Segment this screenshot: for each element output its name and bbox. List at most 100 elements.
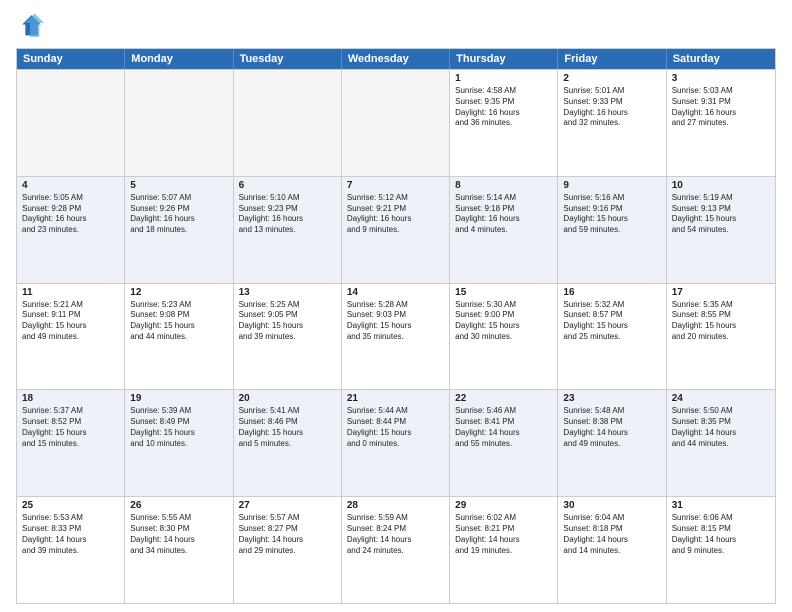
day-info: Sunrise: 5:59 AM Sunset: 8:24 PM Dayligh… — [347, 513, 444, 556]
day-number: 12 — [130, 287, 227, 298]
day-cell-12: 12 Sunrise: 5:23 AM Sunset: 9:08 PM Dayli… — [125, 284, 233, 390]
day-number: 5 — [130, 180, 227, 191]
day-number: 30 — [563, 500, 660, 511]
day-number: 25 — [22, 500, 119, 511]
header-day-wednesday: Wednesday — [342, 49, 450, 69]
day-info: Sunrise: 5:16 AM Sunset: 9:16 PM Dayligh… — [563, 193, 660, 236]
day-cell-6: 6Sunrise: 5:10 AM Sunset: 9:23 PM Daylig… — [234, 177, 342, 283]
header — [16, 12, 776, 40]
day-cell-8: 8 Sunrise: 5:14 AM Sunset: 9:18 PM Daylig… — [450, 177, 558, 283]
day-cell-28: 28 Sunrise: 5:59 AM Sunset: 8:24 PM Dayli… — [342, 497, 450, 603]
day-info: Sunrise: 5:07 AM Sunset: 9:26 PM Dayligh… — [130, 193, 227, 236]
calendar-header: SundayMondayTuesdayWednesdayThursdayFrid… — [17, 49, 775, 69]
day-number: 17 — [672, 287, 770, 298]
day-cell-18: 18 Sunrise: 5:37 AM Sunset: 8:52 PM Dayli… — [17, 390, 125, 496]
day-number: 2 — [563, 73, 660, 84]
day-number: 22 — [455, 393, 552, 404]
day-cell-13: 13 Sunrise: 5:25 AM Sunset: 9:05 PM Dayli… — [234, 284, 342, 390]
day-info: Sunrise: 6:06 AM Sunset: 8:15 PM Dayligh… — [672, 513, 770, 556]
day-cell-22: 22 Sunrise: 5:46 AM Sunset: 8:41 PM Dayli… — [450, 390, 558, 496]
day-number: 29 — [455, 500, 552, 511]
calendar-row-1: 4 Sunrise: 5:05 AM Sunset: 9:28 PM Daylig… — [17, 176, 775, 283]
day-info: Sunrise: 5:12 AM Sunset: 9:21 PM Dayligh… — [347, 193, 444, 236]
day-number: 18 — [22, 393, 119, 404]
day-info: Sunrise: 6:04 AM Sunset: 8:18 PM Dayligh… — [563, 513, 660, 556]
day-info: Sunrise: 5:25 AM Sunset: 9:05 PM Dayligh… — [239, 300, 336, 343]
day-info: Sunrise: 5:37 AM Sunset: 8:52 PM Dayligh… — [22, 406, 119, 449]
day-cell-17: 17 Sunrise: 5:35 AM Sunset: 8:55 PM Dayli… — [667, 284, 775, 390]
day-cell-31: 31 Sunrise: 6:06 AM Sunset: 8:15 PM Dayli… — [667, 497, 775, 603]
day-number: 3 — [672, 73, 770, 84]
day-number: 23 — [563, 393, 660, 404]
day-info: Sunrise: 5:48 AM Sunset: 8:38 PM Dayligh… — [563, 406, 660, 449]
day-info: Sunrise: 5:57 AM Sunset: 8:27 PM Dayligh… — [239, 513, 336, 556]
day-info: Sunrise: 5:50 AM Sunset: 8:35 PM Dayligh… — [672, 406, 770, 449]
calendar-body: 1Sunrise: 4:58 AM Sunset: 9:35 PM Daylig… — [17, 69, 775, 603]
day-info: Sunrise: 4:58 AM Sunset: 9:35 PM Dayligh… — [455, 86, 552, 129]
day-info: Sunrise: 5:23 AM Sunset: 9:08 PM Dayligh… — [130, 300, 227, 343]
day-number: 11 — [22, 287, 119, 298]
day-cell-5: 5 Sunrise: 5:07 AM Sunset: 9:26 PM Daylig… — [125, 177, 233, 283]
day-number: 24 — [672, 393, 770, 404]
day-cell-4: 4 Sunrise: 5:05 AM Sunset: 9:28 PM Daylig… — [17, 177, 125, 283]
day-number: 4 — [22, 180, 119, 191]
day-number: 15 — [455, 287, 552, 298]
header-day-saturday: Saturday — [667, 49, 775, 69]
day-info: Sunrise: 5:21 AM Sunset: 9:11 PM Dayligh… — [22, 300, 119, 343]
day-info: Sunrise: 6:02 AM Sunset: 8:21 PM Dayligh… — [455, 513, 552, 556]
calendar-row-3: 18 Sunrise: 5:37 AM Sunset: 8:52 PM Dayli… — [17, 389, 775, 496]
day-cell-7: 7 Sunrise: 5:12 AM Sunset: 9:21 PM Daylig… — [342, 177, 450, 283]
day-number: 6 — [239, 180, 336, 191]
day-cell-20: 20Sunrise: 5:41 AM Sunset: 8:46 PM Dayli… — [234, 390, 342, 496]
day-cell-25: 25 Sunrise: 5:53 AM Sunset: 8:33 PM Dayli… — [17, 497, 125, 603]
day-cell-3: 3 Sunrise: 5:03 AM Sunset: 9:31 PM Daylig… — [667, 70, 775, 176]
day-cell-14: 14Sunrise: 5:28 AM Sunset: 9:03 PM Dayli… — [342, 284, 450, 390]
header-day-monday: Monday — [125, 49, 233, 69]
day-info: Sunrise: 5:30 AM Sunset: 9:00 PM Dayligh… — [455, 300, 552, 343]
day-number: 9 — [563, 180, 660, 191]
day-number: 14 — [347, 287, 444, 298]
day-cell-21: 21 Sunrise: 5:44 AM Sunset: 8:44 PM Dayli… — [342, 390, 450, 496]
day-info: Sunrise: 5:46 AM Sunset: 8:41 PM Dayligh… — [455, 406, 552, 449]
day-info: Sunrise: 5:35 AM Sunset: 8:55 PM Dayligh… — [672, 300, 770, 343]
day-info: Sunrise: 5:44 AM Sunset: 8:44 PM Dayligh… — [347, 406, 444, 449]
empty-cell — [234, 70, 342, 176]
header-day-friday: Friday — [558, 49, 666, 69]
day-cell-11: 11 Sunrise: 5:21 AM Sunset: 9:11 PM Dayli… — [17, 284, 125, 390]
day-info: Sunrise: 5:39 AM Sunset: 8:49 PM Dayligh… — [130, 406, 227, 449]
day-cell-16: 16Sunrise: 5:32 AM Sunset: 8:57 PM Dayli… — [558, 284, 666, 390]
day-cell-1: 1Sunrise: 4:58 AM Sunset: 9:35 PM Daylig… — [450, 70, 558, 176]
day-number: 21 — [347, 393, 444, 404]
day-cell-29: 29 Sunrise: 6:02 AM Sunset: 8:21 PM Dayli… — [450, 497, 558, 603]
day-info: Sunrise: 5:03 AM Sunset: 9:31 PM Dayligh… — [672, 86, 770, 129]
empty-cell — [125, 70, 233, 176]
calendar-row-0: 1Sunrise: 4:58 AM Sunset: 9:35 PM Daylig… — [17, 69, 775, 176]
day-cell-26: 26Sunrise: 5:55 AM Sunset: 8:30 PM Dayli… — [125, 497, 233, 603]
day-number: 8 — [455, 180, 552, 191]
day-number: 28 — [347, 500, 444, 511]
day-info: Sunrise: 5:53 AM Sunset: 8:33 PM Dayligh… — [22, 513, 119, 556]
day-number: 31 — [672, 500, 770, 511]
day-number: 20 — [239, 393, 336, 404]
day-cell-24: 24 Sunrise: 5:50 AM Sunset: 8:35 PM Dayli… — [667, 390, 775, 496]
day-number: 7 — [347, 180, 444, 191]
day-number: 26 — [130, 500, 227, 511]
day-info: Sunrise: 5:05 AM Sunset: 9:28 PM Dayligh… — [22, 193, 119, 236]
empty-cell — [342, 70, 450, 176]
day-cell-30: 30 Sunrise: 6:04 AM Sunset: 8:18 PM Dayli… — [558, 497, 666, 603]
day-info: Sunrise: 5:14 AM Sunset: 9:18 PM Dayligh… — [455, 193, 552, 236]
day-cell-9: 9 Sunrise: 5:16 AM Sunset: 9:16 PM Daylig… — [558, 177, 666, 283]
day-cell-10: 10 Sunrise: 5:19 AM Sunset: 9:13 PM Dayli… — [667, 177, 775, 283]
day-number: 27 — [239, 500, 336, 511]
day-cell-27: 27 Sunrise: 5:57 AM Sunset: 8:27 PM Dayli… — [234, 497, 342, 603]
day-number: 10 — [672, 180, 770, 191]
calendar: SundayMondayTuesdayWednesdayThursdayFrid… — [16, 48, 776, 604]
calendar-row-4: 25 Sunrise: 5:53 AM Sunset: 8:33 PM Dayli… — [17, 496, 775, 603]
day-info: Sunrise: 5:01 AM Sunset: 9:33 PM Dayligh… — [563, 86, 660, 129]
day-cell-15: 15 Sunrise: 5:30 AM Sunset: 9:00 PM Dayli… — [450, 284, 558, 390]
header-day-sunday: Sunday — [17, 49, 125, 69]
calendar-row-2: 11 Sunrise: 5:21 AM Sunset: 9:11 PM Dayli… — [17, 283, 775, 390]
day-cell-19: 19Sunrise: 5:39 AM Sunset: 8:49 PM Dayli… — [125, 390, 233, 496]
day-info: Sunrise: 5:19 AM Sunset: 9:13 PM Dayligh… — [672, 193, 770, 236]
day-number: 13 — [239, 287, 336, 298]
